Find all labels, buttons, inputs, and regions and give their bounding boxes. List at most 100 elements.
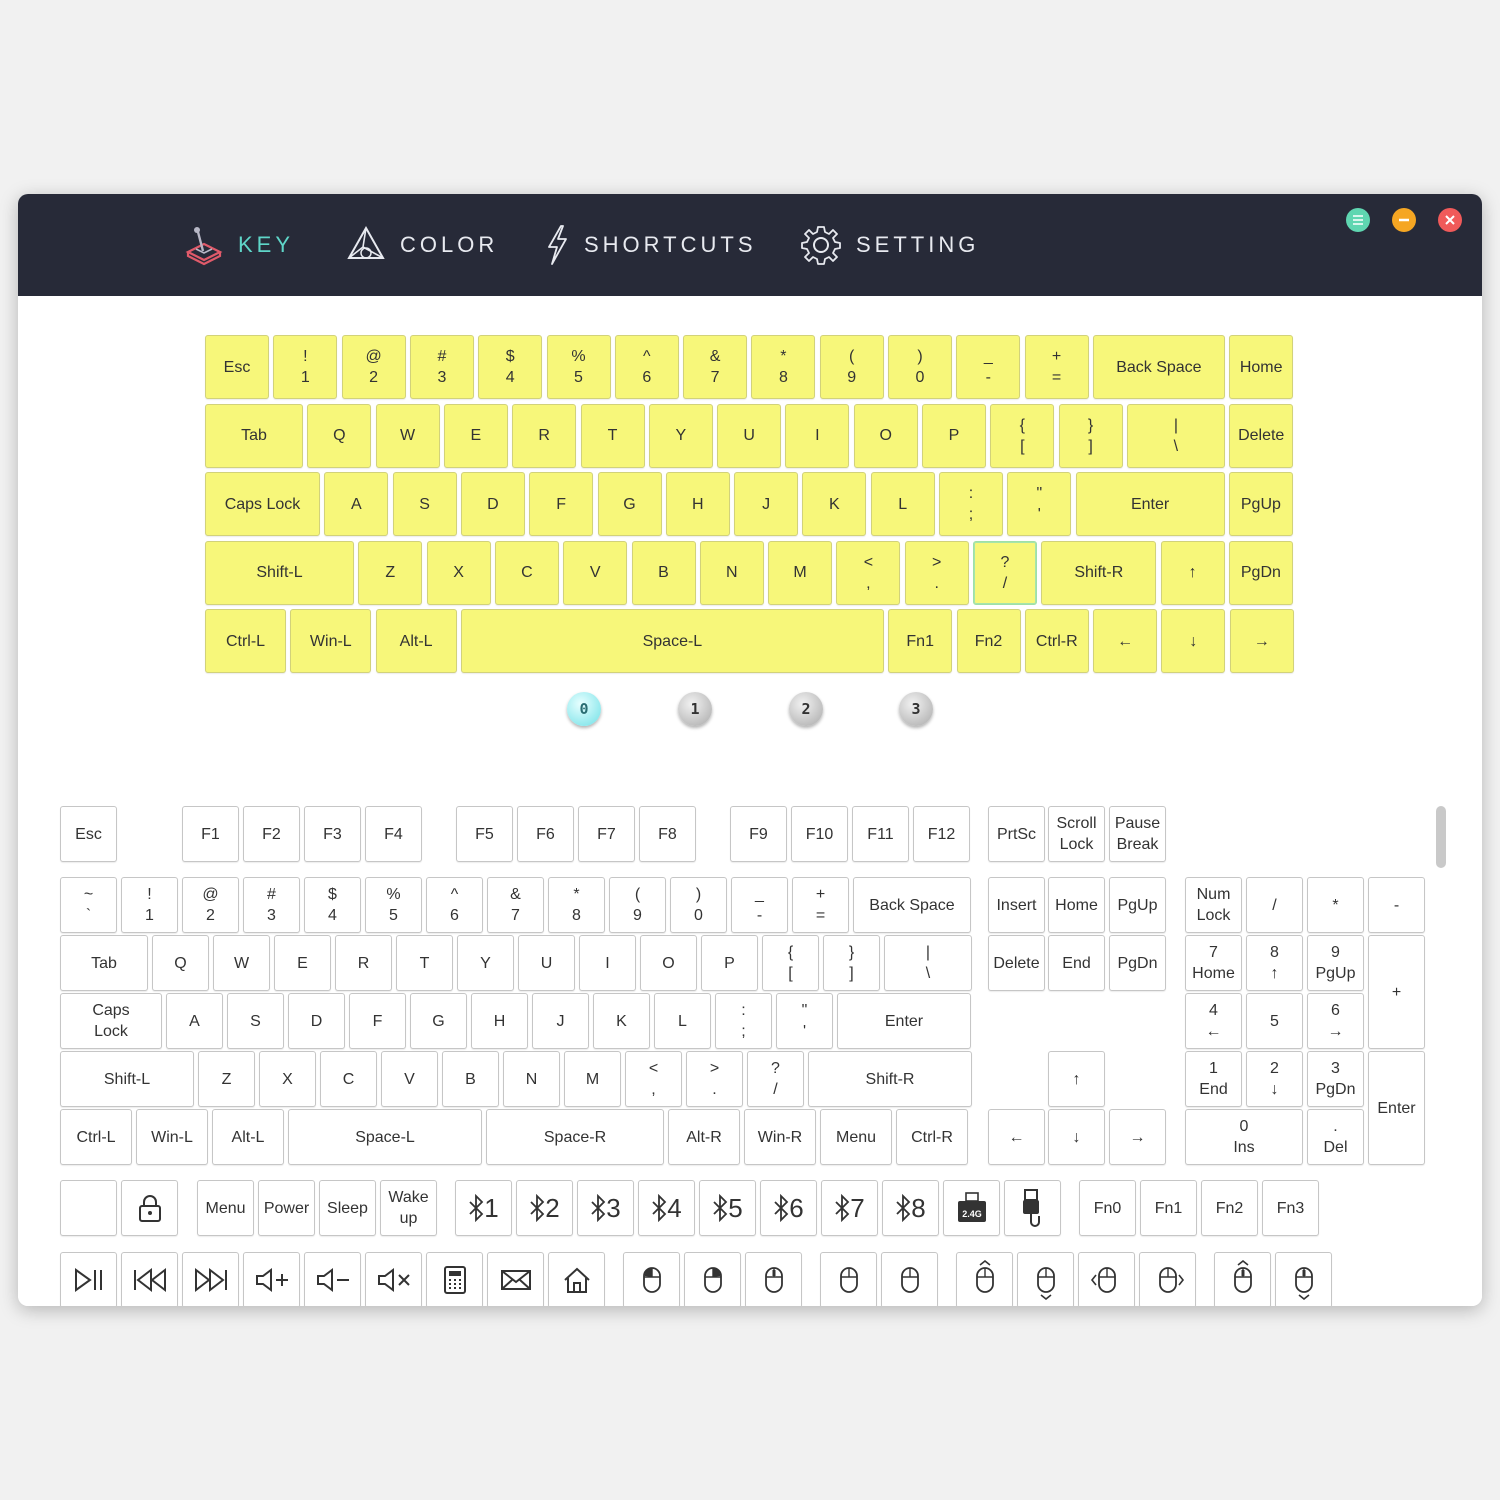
key-menu[interactable]: Menu: [820, 1109, 892, 1165]
mouse-move-down-key[interactable]: [1017, 1252, 1074, 1306]
next-track-key[interactable]: [182, 1252, 239, 1306]
key-symbol[interactable]: ↓: [1048, 1109, 1105, 1165]
key-6[interactable]: ^ 6: [614, 335, 679, 399]
key-e[interactable]: E: [443, 403, 508, 468]
key-back-space[interactable]: Back Space: [853, 877, 971, 933]
key-wake-up[interactable]: Wake up: [380, 1180, 437, 1236]
key-r[interactable]: R: [335, 935, 392, 991]
menu-window-button[interactable]: [1346, 208, 1370, 232]
key-n[interactable]: N: [503, 1051, 560, 1107]
key-q[interactable]: Q: [152, 935, 209, 991]
key-symbol[interactable]: >.: [904, 540, 969, 605]
key-m[interactable]: M: [768, 540, 833, 605]
key-symbol[interactable]: :;: [939, 472, 1003, 536]
key-f[interactable]: F: [349, 993, 406, 1049]
mute-key[interactable]: [365, 1252, 422, 1306]
key-symbol[interactable]: →: [1109, 1109, 1166, 1165]
key-z[interactable]: Z: [358, 540, 423, 605]
key-f2[interactable]: F2: [243, 806, 300, 862]
bluetooth-6-key[interactable]: 6: [760, 1180, 817, 1236]
key-i[interactable]: I: [785, 403, 850, 468]
minimize-window-button[interactable]: [1392, 208, 1416, 232]
key-ctrl-l[interactable]: Ctrl-L: [60, 1109, 132, 1165]
key-z[interactable]: Z: [198, 1051, 255, 1107]
key-fn3[interactable]: Fn3: [1262, 1180, 1319, 1236]
key-j[interactable]: J: [532, 993, 589, 1049]
key-v[interactable]: V: [381, 1051, 438, 1107]
key-y[interactable]: Y: [648, 403, 713, 468]
key-symbol[interactable]: /: [1246, 877, 1303, 933]
key-win-l[interactable]: Win-L: [290, 609, 372, 673]
key-menu[interactable]: Menu: [197, 1180, 254, 1236]
key-num-lock[interactable]: Num Lock: [1185, 877, 1242, 933]
key-delete[interactable]: Delete: [988, 935, 1045, 991]
key-u[interactable]: U: [717, 403, 782, 468]
key-symbol[interactable]: {[: [990, 403, 1055, 468]
key-f10[interactable]: F10: [791, 806, 848, 862]
key-enter[interactable]: Enter: [837, 993, 971, 1049]
key-5[interactable]: % 5: [546, 335, 611, 399]
key-symbol[interactable]: ? /: [747, 1051, 804, 1107]
key-i[interactable]: I: [579, 935, 636, 991]
key-7[interactable]: & 7: [487, 877, 544, 933]
key-insert[interactable]: Insert: [988, 877, 1045, 933]
key-end[interactable]: End: [1048, 935, 1105, 991]
bluetooth-2-key[interactable]: 2: [516, 1180, 573, 1236]
key-space-l[interactable]: Space-L: [288, 1109, 482, 1165]
key-f4[interactable]: F4: [365, 806, 422, 862]
bluetooth-1-key[interactable]: 1: [455, 1180, 512, 1236]
key-symbol[interactable]: *: [1307, 877, 1364, 933]
key-8[interactable]: * 8: [548, 877, 605, 933]
key-f9[interactable]: F9: [730, 806, 787, 862]
key-symbol[interactable]: _ -: [956, 335, 1021, 399]
mouse-move-right-key[interactable]: [1139, 1252, 1196, 1306]
key-symbol[interactable]: +: [1368, 935, 1425, 1049]
key-j[interactable]: J: [734, 472, 799, 536]
nav-tab-setting[interactable]: SETTING: [800, 194, 979, 296]
key-f6[interactable]: F6: [517, 806, 574, 862]
key-symbol[interactable]: ↑: [1160, 540, 1225, 605]
key-symbol[interactable]: ←: [1093, 609, 1158, 673]
key-3[interactable]: #3: [243, 877, 300, 933]
key-d[interactable]: D: [288, 993, 345, 1049]
mail-key[interactable]: [487, 1252, 544, 1306]
key-x[interactable]: X: [259, 1051, 316, 1107]
key-f7[interactable]: F7: [578, 806, 635, 862]
key-symbol[interactable]: }]: [1058, 403, 1123, 468]
mouse-wheel-down-key[interactable]: [1275, 1252, 1332, 1306]
key-pgdn[interactable]: PgDn: [1109, 935, 1166, 991]
mouse-move-up-key[interactable]: [956, 1252, 1013, 1306]
key-w[interactable]: W: [375, 403, 440, 468]
key-g[interactable]: G: [597, 472, 662, 536]
key-n[interactable]: N: [699, 540, 764, 605]
key-2[interactable]: @2: [341, 335, 406, 399]
key-symbol[interactable]: <,: [625, 1051, 682, 1107]
key-o[interactable]: O: [640, 935, 697, 991]
key-f11[interactable]: F11: [852, 806, 909, 862]
volume-down-key[interactable]: [304, 1252, 361, 1306]
key-q[interactable]: Q: [307, 403, 372, 468]
key-u[interactable]: U: [518, 935, 575, 991]
key-shift-l[interactable]: Shift-L: [205, 540, 354, 605]
key-fn2[interactable]: Fn2: [956, 609, 1021, 673]
key-3[interactable]: #3: [409, 335, 474, 399]
key-p[interactable]: P: [701, 935, 758, 991]
key-fn1[interactable]: Fn1: [888, 609, 953, 673]
key-delete[interactable]: Delete: [1229, 403, 1294, 468]
key-pgup[interactable]: PgUp: [1109, 877, 1166, 933]
key-8[interactable]: * 8: [751, 335, 816, 399]
key-symbol[interactable]: " ': [776, 993, 833, 1049]
key-s[interactable]: S: [227, 993, 284, 1049]
key-e[interactable]: E: [274, 935, 331, 991]
key-f12[interactable]: F12: [913, 806, 970, 862]
nav-tab-key[interactable]: KEY: [184, 194, 294, 296]
key-pause-break[interactable]: Pause Break: [1109, 806, 1166, 862]
key-symbol[interactable]: -: [1368, 877, 1425, 933]
layer-button-3[interactable]: 3: [899, 692, 933, 726]
mouse-right-click-key[interactable]: [684, 1252, 741, 1306]
wireless-2-4g-key[interactable]: 2.4G: [943, 1180, 1000, 1236]
key-h[interactable]: H: [665, 472, 730, 536]
key-symbol[interactable]: " ': [1007, 472, 1072, 536]
nav-tab-shortcuts[interactable]: SHORTCUTS: [544, 194, 757, 296]
key-esc[interactable]: Esc: [60, 806, 117, 862]
